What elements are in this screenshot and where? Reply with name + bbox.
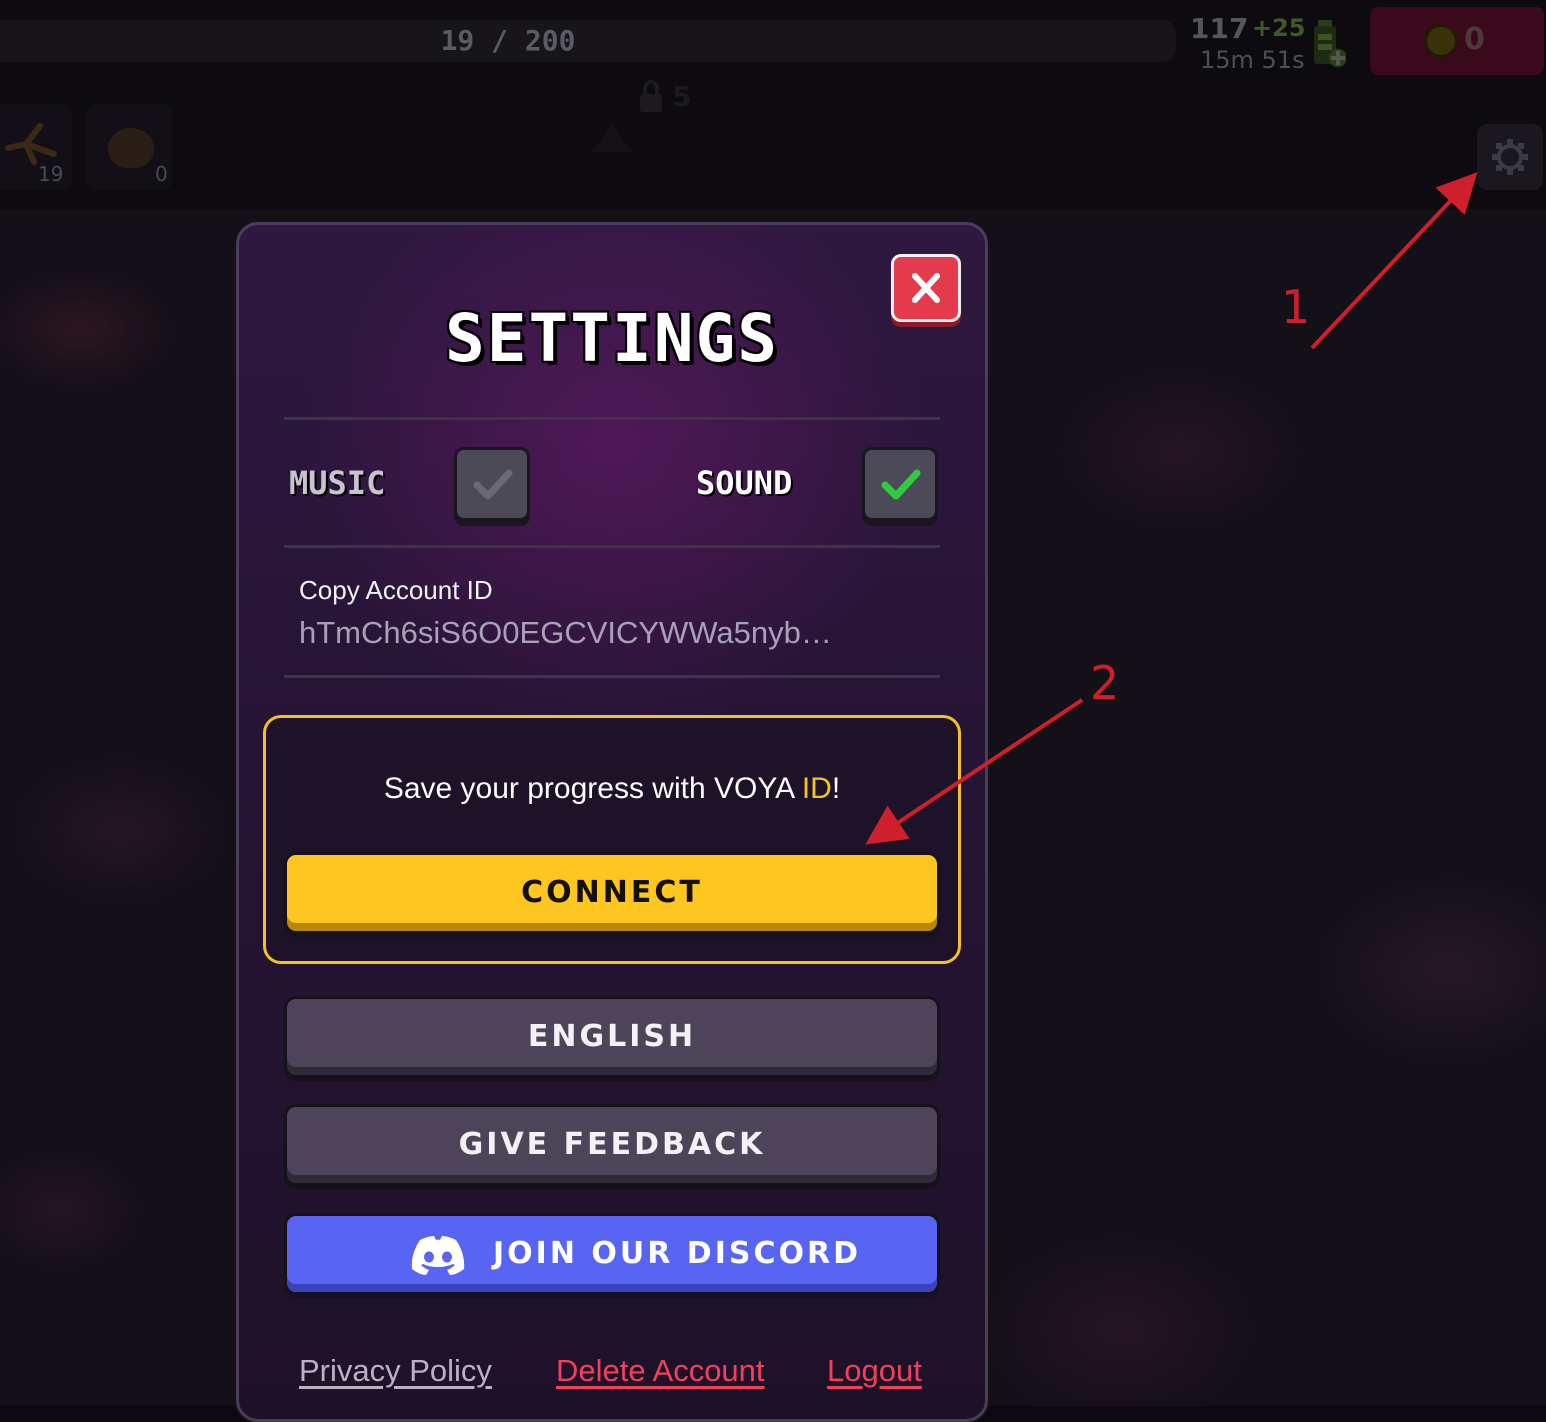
- energy-timer: 15m 51s: [1200, 46, 1305, 74]
- gear-icon: [1492, 139, 1528, 175]
- energy-bonus: +25: [1252, 14, 1306, 42]
- stick-count: 19: [38, 162, 64, 186]
- annotation-label-1: 1: [1281, 280, 1311, 334]
- energy-value: 117: [1190, 12, 1249, 45]
- check-icon: [881, 469, 921, 500]
- delete-account-link[interactable]: Delete Account: [556, 1353, 765, 1389]
- xp-progress-text: 19 / 200: [440, 24, 576, 57]
- top-hud: 19 / 200 117 +25 15m 51s 0 19 0 5: [0, 0, 1546, 210]
- music-label: MUSIC: [289, 464, 386, 502]
- annotation-label-2: 2: [1090, 656, 1120, 710]
- coin-icon: [1424, 24, 1458, 58]
- lock-level: 5: [672, 80, 691, 113]
- settings-gear-button[interactable]: [1477, 124, 1543, 190]
- divider: [284, 675, 940, 678]
- connect-button[interactable]: CONNECT: [284, 852, 940, 934]
- language-button[interactable]: ENGLISH: [284, 996, 940, 1078]
- check-icon: [473, 469, 513, 500]
- music-checkbox[interactable]: [454, 447, 530, 521]
- give-feedback-button[interactable]: GIVE FEEDBACK: [284, 1104, 940, 1186]
- rock-count: 0: [155, 162, 168, 186]
- coin-value: 0: [1464, 22, 1485, 57]
- discord-icon: [411, 1236, 465, 1275]
- discord-label: JOIN OUR DISCORD: [493, 1236, 861, 1271]
- voya-id-highlight: ID: [801, 772, 832, 805]
- lock-icon: 5: [640, 80, 691, 113]
- copy-account-id-label[interactable]: Copy Account ID: [299, 575, 493, 606]
- privacy-policy-link[interactable]: Privacy Policy: [299, 1353, 492, 1389]
- sound-checkbox[interactable]: [862, 447, 938, 521]
- account-id-value[interactable]: hTmCh6siS6O0EGCVICYWWa5nyb…: [299, 615, 832, 651]
- divider: [284, 417, 940, 420]
- voya-prompt: Save your progress with VOYA ID!: [263, 772, 961, 806]
- voya-prompt-text: Save your progress with VOYA: [383, 772, 802, 805]
- camp-icon: [592, 124, 632, 152]
- energy-refill-icon[interactable]: [1312, 16, 1346, 72]
- voya-prompt-suffix: !: [831, 772, 841, 805]
- join-discord-button[interactable]: JOIN OUR DISCORD: [284, 1213, 940, 1295]
- sound-label: SOUND: [696, 464, 793, 502]
- divider: [284, 545, 940, 548]
- logout-link[interactable]: Logout: [827, 1353, 922, 1389]
- rock-icon: [108, 128, 154, 168]
- settings-title: SETTINGS: [445, 300, 779, 377]
